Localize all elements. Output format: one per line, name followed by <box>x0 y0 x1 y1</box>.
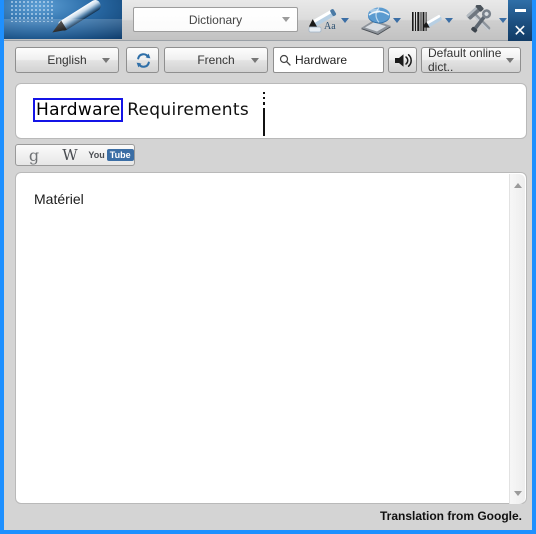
chevron-down-icon[interactable] <box>341 18 349 23</box>
youtube-icon: You Tube <box>88 149 134 161</box>
hammer-wrench-icon <box>466 5 492 33</box>
speak-button[interactable] <box>388 47 417 73</box>
swap-languages-button[interactable] <box>126 47 159 73</box>
source-language-label: English <box>47 53 87 67</box>
minimize-icon <box>514 8 526 12</box>
scroll-down-arrow-icon <box>514 490 522 496</box>
chevron-down-icon <box>506 58 514 63</box>
chevron-down-icon <box>282 17 290 22</box>
youtube-you-text: You <box>88 150 105 160</box>
tool-barcode-scan[interactable] <box>408 4 454 38</box>
close-icon: ✕ <box>513 20 527 40</box>
scroll-up-arrow-icon <box>514 182 522 188</box>
chevron-down-icon[interactable] <box>445 18 453 23</box>
close-button[interactable]: ✕ <box>508 20 532 40</box>
source-language-dropdown[interactable]: English <box>15 47 119 73</box>
logo-sheen <box>4 19 122 39</box>
mode-label: Dictionary <box>188 12 243 27</box>
scroll-up-button[interactable] <box>510 177 526 193</box>
tool-scan-to-app[interactable] <box>356 4 402 38</box>
app-window: Dictionary Aa ✕ English French Hardware … <box>0 0 536 534</box>
scroll-down-button[interactable] <box>510 485 526 501</box>
scanned-text: Hardware Requirements <box>32 98 249 122</box>
scanned-text-panel[interactable]: Hardware Requirements <box>15 83 527 139</box>
chevron-down-icon[interactable] <box>393 18 401 23</box>
tool-settings[interactable] <box>462 4 508 38</box>
title-bar: Dictionary Aa ✕ <box>4 0 532 41</box>
google-icon: g <box>28 145 40 165</box>
mode-dropdown[interactable]: Dictionary <box>133 7 298 32</box>
search-input-value: Hardware <box>295 53 348 67</box>
chevron-down-icon <box>102 58 110 63</box>
chevron-down-icon[interactable] <box>499 18 507 23</box>
selected-word-highlight[interactable]: Hardware <box>32 98 124 122</box>
swap-arrows-icon <box>136 53 151 68</box>
target-language-label: French <box>197 53 235 67</box>
speaker-icon <box>395 54 412 67</box>
target-language-dropdown[interactable]: French <box>164 47 268 73</box>
web-search-buttons: g W You Tube <box>15 144 135 166</box>
wikipedia-icon: W <box>62 146 78 164</box>
toolbar-row: English French Hardware Default online d… <box>4 41 532 79</box>
wikipedia-search-button[interactable]: W <box>52 145 88 165</box>
tool-text-recognition-label: Aa <box>324 21 336 32</box>
google-search-button[interactable]: g <box>16 145 52 165</box>
pen-logo-icon <box>4 0 122 39</box>
search-icon <box>279 54 291 66</box>
youtube-search-button[interactable]: You Tube <box>88 145 134 165</box>
scanner-globe-icon <box>361 7 391 35</box>
chevron-down-icon <box>251 58 259 63</box>
minimize-button[interactable] <box>508 0 532 20</box>
window-controls: ✕ <box>508 0 532 41</box>
dictionary-source-dropdown[interactable]: Default online dict.. <box>421 46 521 74</box>
search-input[interactable]: Hardware <box>273 47 384 73</box>
scan-line-artifact <box>263 92 265 136</box>
youtube-tube-badge: Tube <box>106 149 134 161</box>
translation-result-panel: Matériel <box>15 172 527 504</box>
status-text: Translation from Google. <box>379 509 522 523</box>
tool-text-recognition[interactable]: Aa <box>304 4 350 38</box>
translation-result-text: Matériel <box>34 191 84 207</box>
result-scrollbar[interactable] <box>509 174 525 504</box>
scanned-rest-text: Requirements <box>121 100 249 120</box>
barcode-pen-icon <box>412 12 442 31</box>
